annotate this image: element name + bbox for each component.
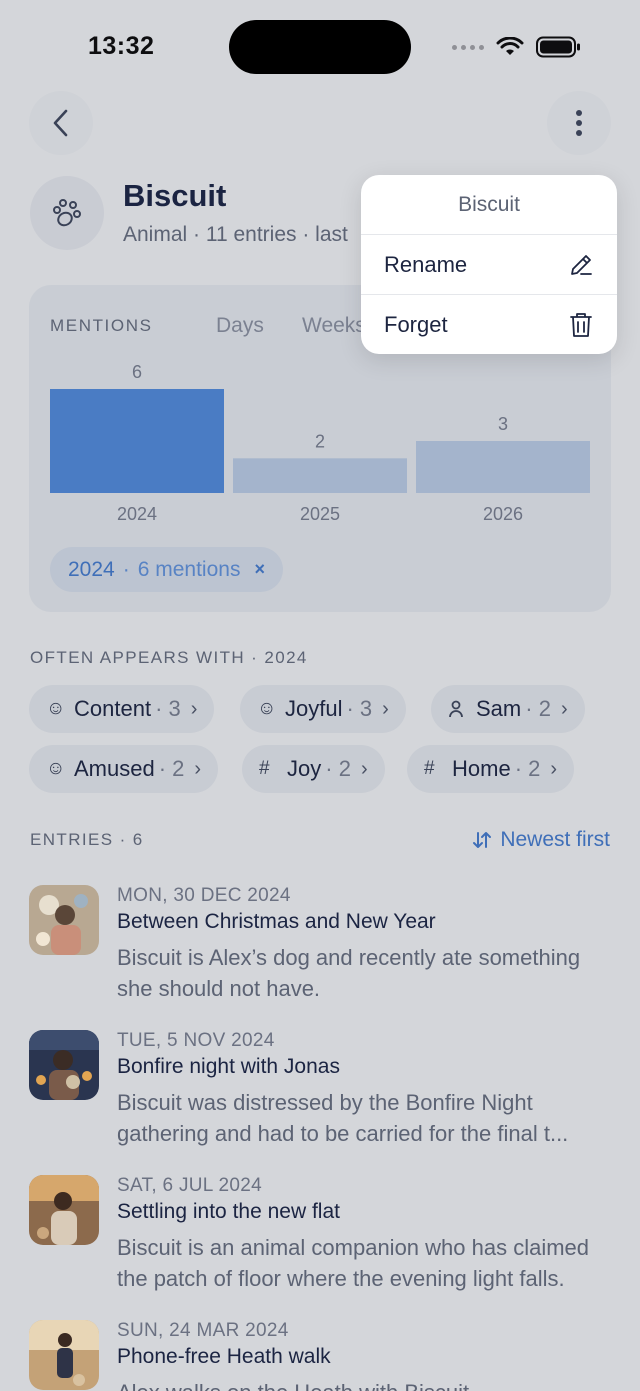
chevron-right-icon: › — [382, 697, 389, 720]
status-time: 13:32 — [88, 32, 155, 60]
mentions-chart: 6 2024 2 2025 3 2026 — [50, 362, 590, 524]
entry-thumbnail — [29, 1320, 99, 1390]
bar-category-label: 2024 — [117, 504, 157, 524]
bar-value-label: 2 — [315, 431, 325, 451]
chevron-right-icon: › — [360, 757, 368, 780]
sort-icon — [473, 832, 492, 848]
pencil-icon — [571, 254, 592, 275]
tag-home[interactable]: # Home · 2 › — [407, 745, 575, 793]
filter-separator: · — [122, 557, 130, 581]
entity-name: Biscuit — [123, 178, 227, 213]
tag-label: Amused — [74, 756, 155, 781]
person-icon — [448, 700, 470, 718]
rename-menu-item[interactable]: Rename — [361, 235, 617, 295]
hash-icon: # — [424, 758, 435, 779]
tag-count: · 3 — [346, 696, 373, 721]
signal-icon — [452, 44, 484, 50]
tag-label: Sam — [476, 696, 522, 721]
tab-days[interactable]: Days — [216, 314, 264, 338]
filter-year: 2024 — [68, 557, 115, 581]
tag-joy[interactable]: # Joy · 2 › — [242, 745, 385, 793]
entry-title: Settling into the new flat — [117, 1200, 340, 1223]
clear-filter-icon[interactable]: × — [254, 559, 265, 580]
tag-count: · 2 — [514, 756, 541, 781]
hash-icon: # — [259, 758, 270, 779]
entry-title: Bonfire night with Jonas — [117, 1055, 340, 1078]
bar-value-label: 3 — [498, 414, 508, 434]
entity-avatar — [30, 176, 104, 250]
back-button[interactable] — [29, 91, 93, 155]
bar-category-label: 2025 — [300, 504, 340, 524]
tag-label: Joy — [287, 756, 322, 781]
battery-icon — [536, 36, 580, 58]
tag-count: · 3 — [155, 696, 181, 721]
chevron-right-icon: › — [560, 697, 568, 720]
tag-count: · 2 — [158, 756, 185, 781]
entry-thumbnail — [29, 1175, 99, 1245]
trash-icon — [570, 313, 592, 337]
entry-excerpt: Biscuit was distressed by the Bonfire Ni… — [117, 1090, 569, 1146]
bar-2024[interactable] — [50, 389, 224, 493]
bar-value-label: 6 — [132, 362, 142, 382]
paw-icon — [53, 199, 81, 227]
tag-label: Home — [452, 756, 511, 781]
more-button[interactable] — [547, 91, 611, 155]
entry-excerpt: Biscuit is Alex’s dog and recently ate s… — [117, 945, 581, 1001]
mentions-label: MENTIONS — [50, 316, 153, 335]
entry-thumbnail — [29, 1030, 99, 1100]
tag-joyful[interactable]: ☺ Joyful · 3 › — [240, 685, 406, 733]
menu-title: Biscuit — [361, 175, 617, 235]
status-bar: 13:32 — [0, 0, 640, 96]
entries-label: ENTRIES · 6 — [30, 830, 144, 849]
tab-weeks[interactable]: Weeks — [302, 314, 366, 338]
tag-content[interactable]: ☺ Content · 3 › — [29, 685, 215, 733]
smile-icon: ☺ — [46, 698, 66, 719]
tag-sam[interactable]: Sam · 2 › — [431, 685, 585, 733]
tag-label: Joyful — [285, 696, 343, 721]
entry-item[interactable]: TUE, 5 NOV 2024 Bonfire night with Jonas… — [29, 1030, 611, 1150]
sort-button[interactable]: Newest first — [472, 828, 610, 852]
tag-count: · 2 — [525, 696, 551, 721]
often-appears-label: OFTEN APPEARS WITH · 2024 — [30, 648, 308, 667]
entry-item[interactable]: SUN, 24 MAR 2024 Phone-free Heath walk A… — [29, 1320, 611, 1391]
chevron-right-icon: › — [190, 697, 198, 720]
bar-category-label: 2026 — [483, 504, 523, 524]
entry-excerpt: Alex walks on the Heath with Biscuit — [117, 1377, 611, 1391]
tag-amused[interactable]: ☺ Amused · 2 › — [29, 745, 219, 793]
entry-date: TUE, 5 NOV 2024 — [117, 1030, 275, 1051]
entry-date: SUN, 24 MAR 2024 — [117, 1320, 289, 1341]
chevron-right-icon: › — [550, 757, 558, 780]
bar-2026[interactable] — [416, 441, 590, 493]
tag-count: · 2 — [325, 756, 351, 781]
context-menu: Biscuit Rename Forget — [361, 175, 617, 354]
tag-label: Content — [74, 696, 152, 721]
entry-item[interactable]: SAT, 6 JUL 2024 Settling into the new fl… — [29, 1175, 611, 1295]
forget-menu-item[interactable]: Forget — [361, 295, 617, 354]
entry-title: Phone-free Heath walk — [117, 1345, 331, 1368]
rename-label: Rename — [384, 251, 468, 277]
bar-2025[interactable] — [233, 458, 407, 493]
entry-title: Between Christmas and New Year — [117, 910, 436, 933]
filter-count: 6 mentions — [137, 557, 241, 581]
wifi-icon — [496, 37, 524, 55]
chevron-left-icon — [53, 109, 68, 137]
smile-icon: ☺ — [257, 698, 277, 719]
entry-excerpt: Biscuit is an animal companion who has c… — [117, 1235, 590, 1291]
entity-subtitle: Animal · 11 entries · last — [123, 223, 348, 246]
status-icons — [452, 36, 582, 58]
entry-thumbnail — [29, 885, 99, 955]
smile-icon: ☺ — [46, 758, 66, 779]
dynamic-island — [229, 20, 411, 74]
entry-date: MON, 30 DEC 2024 — [117, 885, 291, 906]
sort-label: Newest first — [500, 828, 610, 851]
year-filter-chip[interactable]: 2024 · 6 mentions × — [50, 547, 283, 592]
forget-label: Forget — [384, 312, 448, 337]
chevron-right-icon: › — [194, 757, 202, 780]
entry-item[interactable]: MON, 30 DEC 2024 Between Christmas and N… — [29, 885, 611, 1005]
entry-date: SAT, 6 JUL 2024 — [117, 1175, 262, 1196]
more-vertical-icon — [576, 110, 582, 136]
